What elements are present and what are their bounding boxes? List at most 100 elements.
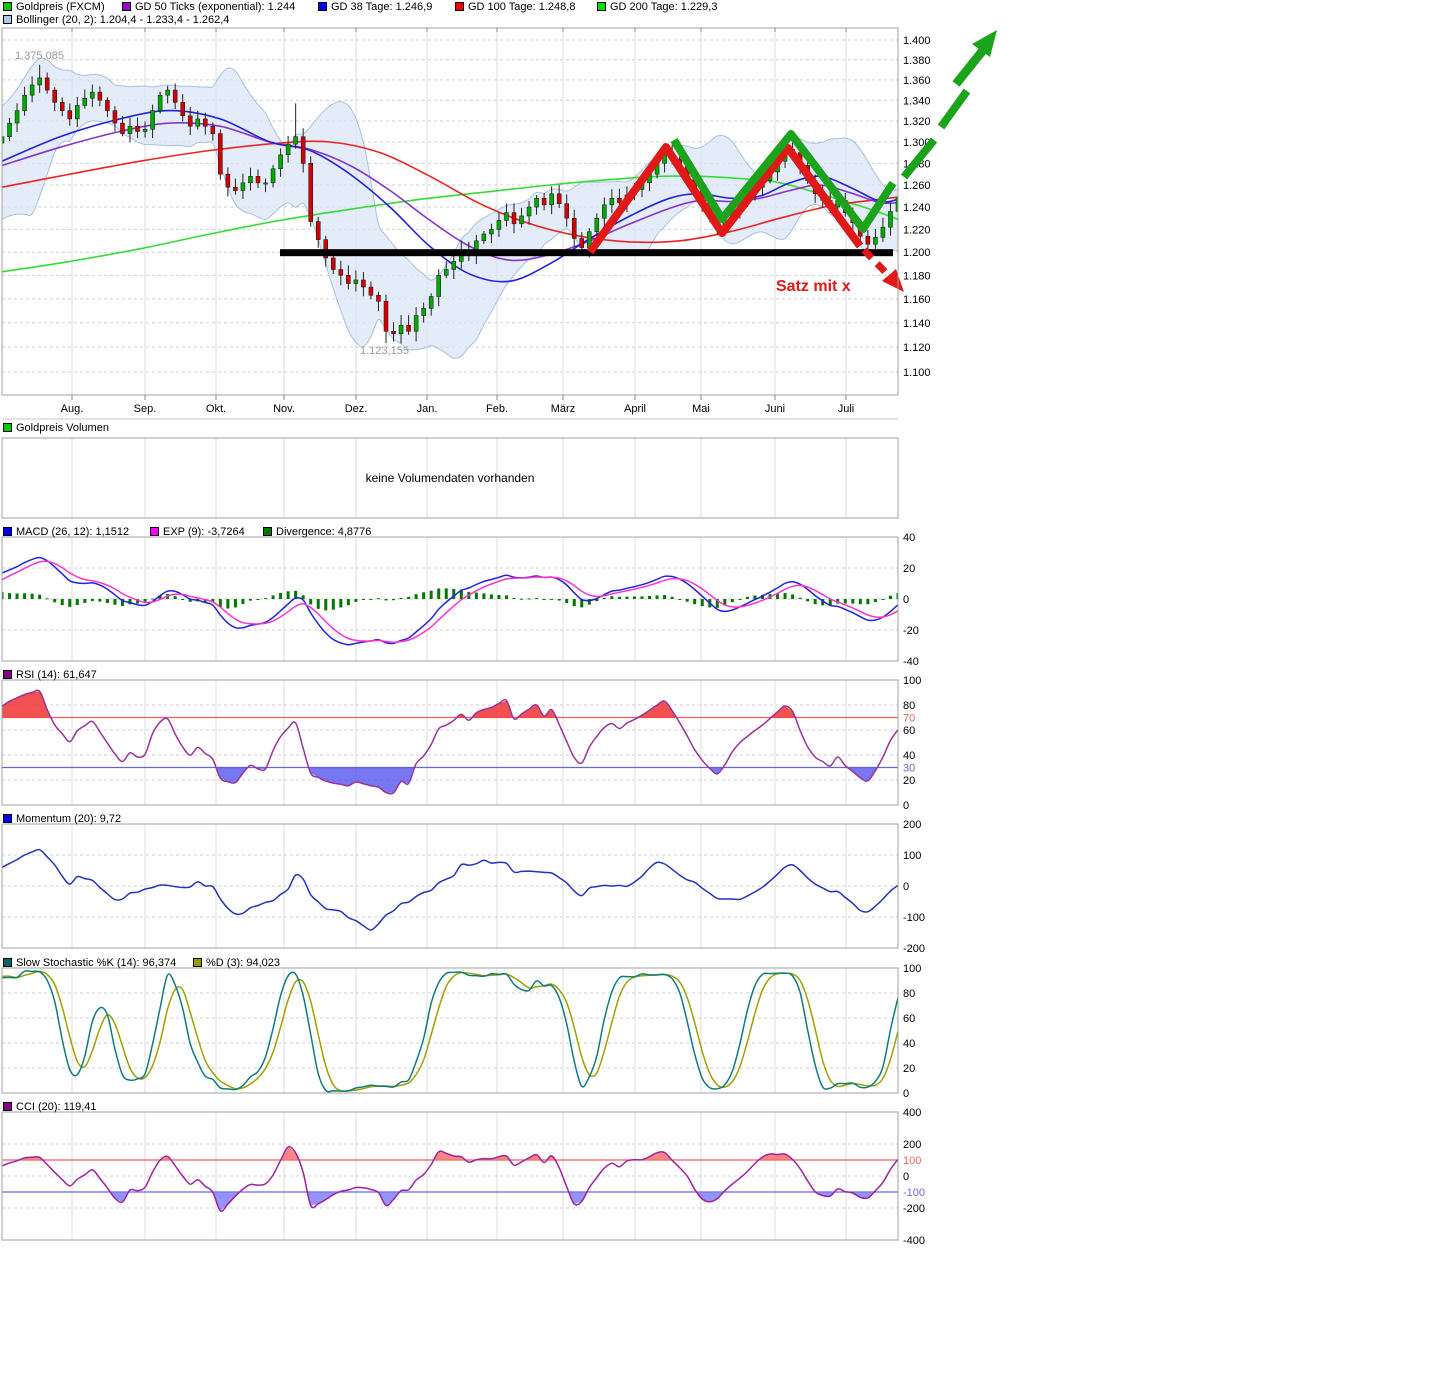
legend-stoch-d-label: %D (3): 94,023 <box>206 957 280 969</box>
price-axis-label: 1.320 <box>903 116 931 128</box>
rsi-swatch-icon <box>3 670 12 679</box>
rsi-axis-label: 20 <box>903 775 915 787</box>
legend-divergence: Divergence: 4,8776 <box>263 526 371 537</box>
cci-axis-label: 100 <box>903 1155 921 1167</box>
month-label: April <box>624 403 646 415</box>
high-price-label: 1.375,085 <box>15 50 64 62</box>
legend-macd: MACD (26, 12): 1,1512 <box>3 526 129 537</box>
macd-axis-label: -20 <box>903 625 919 637</box>
stochastic-axis-label: 100 <box>903 963 921 975</box>
macd-swatch-icon <box>3 527 12 536</box>
month-label: Dez. <box>345 403 368 415</box>
month-label: Nov. <box>273 403 295 415</box>
stochastic-axis-label: 40 <box>903 1038 915 1050</box>
momentum-axis-label: -200 <box>903 943 925 955</box>
green-arrow-segment <box>941 91 967 127</box>
cci-axis-label: 0 <box>903 1171 909 1183</box>
legend-volume-label: Goldpreis Volumen <box>16 422 109 434</box>
momentum-axis-label: -100 <box>903 912 925 924</box>
month-label: Juni <box>765 403 785 415</box>
stoch-d-swatch-icon <box>193 958 202 967</box>
legend-exp-label: EXP (9): -3,7264 <box>163 526 245 538</box>
stochastic-axis-label: 20 <box>903 1063 915 1075</box>
legend-stoch-k: Slow Stochastic %K (14): 96,374 <box>3 957 176 968</box>
price-axis-label: 1.360 <box>903 75 931 87</box>
legend-rsi-label: RSI (14): 61,647 <box>16 669 97 681</box>
stochastic-axis-label: 60 <box>903 1013 915 1025</box>
rsi-axis-label: 0 <box>903 800 909 812</box>
macd-axis-label: 20 <box>903 563 915 575</box>
legend-cci: CCI (20): 119,41 <box>3 1101 97 1112</box>
price-axis-label: 1.100 <box>903 367 931 379</box>
month-label: Mai <box>692 403 710 415</box>
price-axis-label: 1.240 <box>903 202 931 214</box>
month-label: Aug. <box>61 403 84 415</box>
legend-divergence-label: Divergence: 4,8776 <box>276 526 371 538</box>
price-axis-label: 1.160 <box>903 294 931 306</box>
rsi-panel <box>2 680 898 805</box>
legend-goldpreis: Goldpreis (FXCM) <box>3 1 105 12</box>
volume-empty-message: keine Volumendaten vorhanden <box>2 471 898 485</box>
rsi-axis-label: 100 <box>903 675 921 687</box>
rsi-axis-label: 40 <box>903 750 915 762</box>
rsi-axis-label: 80 <box>903 700 915 712</box>
rsi-axis-label: 70 <box>903 713 915 725</box>
stochastic-axis-label: 80 <box>903 988 915 1000</box>
cci-axis-label: 200 <box>903 1139 921 1151</box>
cci-axis-label: 400 <box>903 1107 921 1119</box>
exp-swatch-icon <box>150 527 159 536</box>
legend-volume: Goldpreis Volumen <box>3 422 109 433</box>
legend-gd100: GD 100 Tage: 1.248,8 <box>455 1 575 12</box>
cci-axis-label: -100 <box>903 1187 925 1199</box>
legend-rsi: RSI (14): 61,647 <box>3 669 97 680</box>
gd50-swatch-icon <box>122 2 131 11</box>
month-label: Juli <box>838 403 855 415</box>
legend-momentum-label: Momentum (20): 9,72 <box>16 813 121 825</box>
legend-macd-label: MACD (26, 12): 1,1512 <box>16 526 129 538</box>
legend-gd100-label: GD 100 Tage: 1.248,8 <box>468 1 575 13</box>
legend-cci-label: CCI (20): 119,41 <box>16 1101 97 1113</box>
price-axis-label: 1.400 <box>903 35 931 47</box>
month-label: Feb. <box>486 403 508 415</box>
bollinger-swatch-icon <box>3 15 12 24</box>
legend-gd50: GD 50 Ticks (exponential): 1.244 <box>122 1 295 12</box>
macd-axis-label: -40 <box>903 656 919 668</box>
price-axis-label: 1.200 <box>903 247 931 259</box>
volume-swatch-icon <box>3 423 12 432</box>
stochastic-axis-label: 0 <box>903 1088 909 1100</box>
cci-swatch-icon <box>3 1102 12 1111</box>
gd38-swatch-icon <box>318 2 327 11</box>
month-label: März <box>551 403 575 415</box>
legend-gd200: GD 200 Tage: 1.229,3 <box>597 1 717 12</box>
goldpreis-swatch-icon <box>3 2 12 11</box>
legend-stoch-d: %D (3): 94,023 <box>193 957 280 968</box>
gd200-swatch-icon <box>597 2 606 11</box>
legend-momentum: Momentum (20): 9,72 <box>3 813 121 824</box>
gd100-swatch-icon <box>455 2 464 11</box>
cci-axis-label: -400 <box>903 1235 925 1247</box>
gold-chart-page: 1.4001.3801.3601.3401.3201.3001.2801.260… <box>0 0 1450 1390</box>
chart-canvas: 1.4001.3801.3601.3401.3201.3001.2801.260… <box>0 0 1450 1390</box>
month-label: Jan. <box>417 403 438 415</box>
price-axis-label: 1.380 <box>903 55 931 67</box>
legend-bollinger: Bollinger (20, 2): 1.204,4 - 1.233,4 - 1… <box>3 14 229 25</box>
divergence-swatch-icon <box>263 527 272 536</box>
price-axis-label: 1.260 <box>903 180 931 192</box>
macd-axis-label: 0 <box>903 594 909 606</box>
momentum-axis-label: 100 <box>903 850 921 862</box>
price-axis-label: 1.180 <box>903 270 931 282</box>
price-axis-label: 1.140 <box>903 318 931 330</box>
month-label: Okt. <box>206 403 226 415</box>
rsi-axis-label: 60 <box>903 725 915 737</box>
legend-gd38-label: GD 38 Tage: 1.246,9 <box>331 1 432 13</box>
month-label: Sep. <box>134 403 157 415</box>
cci-axis-label: -200 <box>903 1203 925 1215</box>
legend-gd38: GD 38 Tage: 1.246,9 <box>318 1 432 12</box>
legend-exp: EXP (9): -3,7264 <box>150 526 245 537</box>
momentum-axis-label: 200 <box>903 819 921 831</box>
satz-mit-x-annotation: Satz mit x <box>776 278 851 296</box>
rsi-axis-label: 30 <box>903 763 915 775</box>
legend-gd50-label: GD 50 Ticks (exponential): 1.244 <box>135 1 295 13</box>
low-price-label: 1.123,155 <box>360 345 409 357</box>
legend-gd200-label: GD 200 Tage: 1.229,3 <box>610 1 717 13</box>
